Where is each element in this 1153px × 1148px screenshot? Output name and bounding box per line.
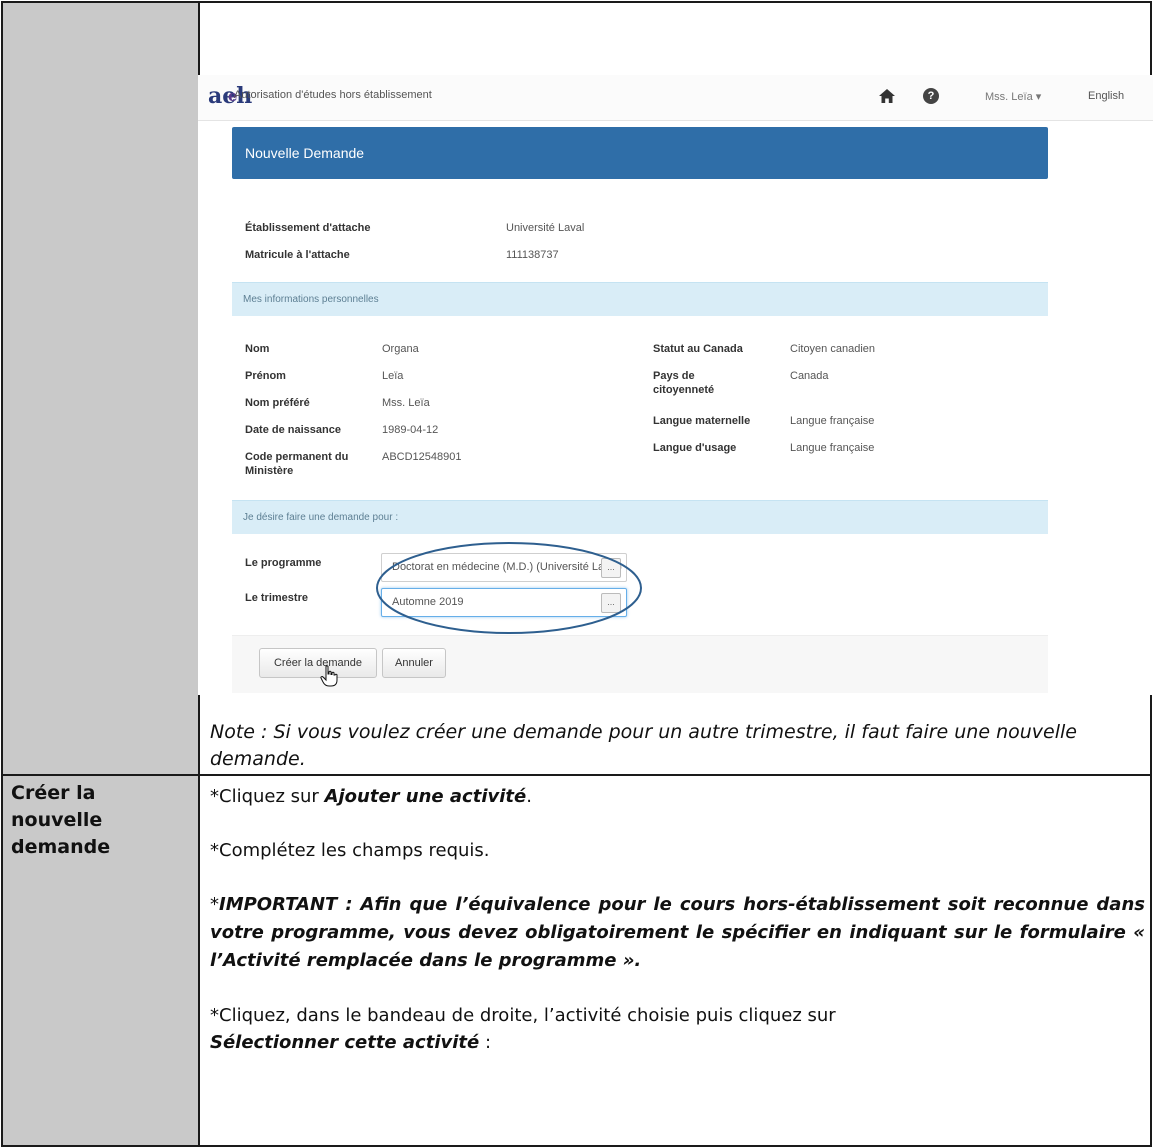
preferred-name-value: Mss. Leïa — [382, 397, 430, 409]
last-name-label: Nom — [245, 343, 270, 355]
panel-title: Nouvelle Demande — [245, 145, 365, 161]
usage-language-value: Langue française — [790, 442, 875, 454]
birth-date-label: Date de naissance — [245, 424, 341, 436]
instructions-cell: *Cliquez sur Ajouter une activité. *Comp… — [210, 783, 1145, 1056]
canada-status-value: Citoyen canadien — [790, 343, 876, 355]
canada-status-label: Statut au Canada — [653, 343, 743, 355]
left-column — [3, 3, 200, 1145]
step1-emphasis: Ajouter une activité — [324, 786, 527, 807]
hand-pointer-icon — [320, 665, 338, 687]
citizenship-label: Pays de citoyenneté — [653, 370, 715, 396]
student-id-value: 111138737 — [506, 249, 559, 261]
note-text: Note : Si vous voulez créer une demande … — [210, 721, 1077, 770]
institution-label: Établissement d'attache — [245, 222, 371, 234]
step3-emphasis: Sélectionner cette activité — [210, 1032, 480, 1053]
create-request-button[interactable]: Créer la demande — [259, 648, 377, 678]
app-screenshot: aeh e Autorisation d'études hors établis… — [198, 75, 1153, 695]
citizenship-value: Canada — [790, 370, 829, 382]
last-name-value: Organa — [382, 343, 419, 355]
home-icon[interactable] — [878, 88, 896, 104]
step1-suffix: . — [526, 786, 532, 807]
mother-tongue-label: Langue maternelle — [653, 415, 751, 427]
step3-text: *Cliquez, dans le bandeau de droite, l’a… — [210, 1005, 836, 1026]
term-label: Le trimestre — [245, 592, 308, 604]
language-link[interactable]: English — [1088, 90, 1124, 102]
institution-value: Université Laval — [506, 222, 585, 234]
mother-tongue-value: Langue française — [790, 415, 875, 427]
step-select-activity: *Cliquez, dans le bandeau de droite, l’a… — [210, 1002, 1145, 1056]
important-notice: *IMPORTANT : Afin que l’équivalence pour… — [210, 891, 1145, 975]
app-topbar: aeh e Autorisation d'études hors établis… — [198, 75, 1153, 121]
highlight-ellipse — [376, 542, 642, 634]
step3-suffix: : — [479, 1032, 492, 1053]
user-menu[interactable]: Mss. Leïa ▾ — [985, 90, 1041, 103]
student-id-label: Matricule à l'attache — [245, 249, 350, 261]
help-icon[interactable]: ? — [923, 88, 939, 104]
section-request-title: Je désire faire une demande pour : — [243, 512, 399, 523]
step-add-activity: *Cliquez sur Ajouter une activité. — [210, 783, 1145, 810]
permanent-code-label: Code permanent du Ministère — [245, 451, 349, 477]
permanent-code-value: ABCD12548901 — [382, 451, 462, 463]
birth-date-value: 1989-04-12 — [382, 424, 439, 436]
form-footer: Créer la demande Annuler — [232, 635, 1048, 693]
important-star: * — [210, 894, 219, 915]
cancel-button[interactable]: Annuler — [382, 648, 446, 678]
section-personal-title: Mes informations personnelles — [243, 294, 379, 305]
step-complete-fields: *Complétez les champs requis. — [210, 840, 490, 861]
step1-prefix: *Cliquez sur — [210, 786, 325, 807]
program-label: Le programme — [245, 557, 322, 569]
row-divider — [3, 774, 1150, 776]
panel-header: Nouvelle Demande — [232, 127, 1048, 179]
usage-language-label: Langue d'usage — [653, 442, 737, 454]
first-name-value: Leïa — [382, 370, 404, 382]
first-name-label: Prénom — [245, 370, 286, 382]
app-title: Autorisation d'études hors établissement — [234, 89, 432, 101]
preferred-name-label: Nom préféré — [245, 397, 310, 409]
section-personal-info: Mes informations personnelles — [232, 282, 1048, 316]
important-text: IMPORTANT : Afin que l’équivalence pour … — [210, 894, 1145, 971]
section-request: Je désire faire une demande pour : — [232, 500, 1048, 534]
row-label-create-request: Créer la nouvelle demande — [11, 782, 111, 858]
